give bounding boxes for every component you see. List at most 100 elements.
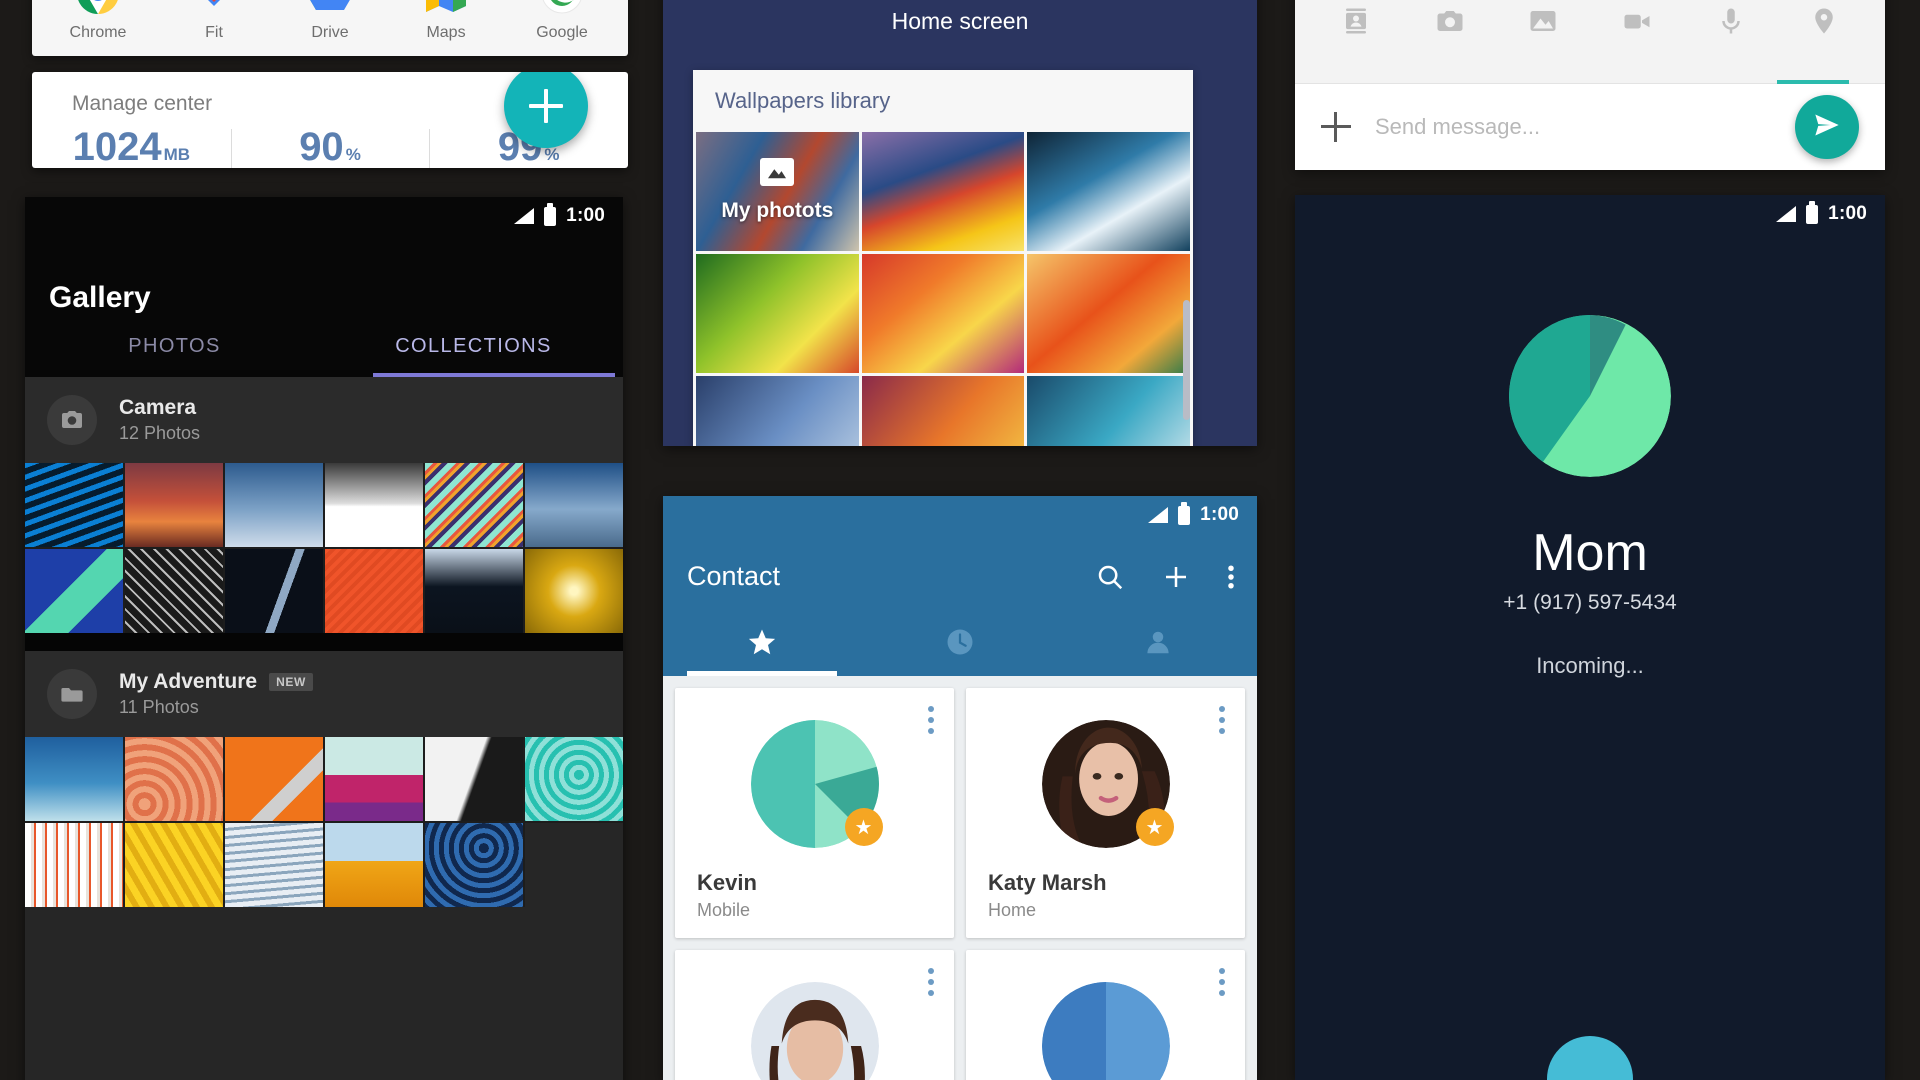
status-badge: NEW — [269, 673, 313, 691]
contact-card-partial[interactable] — [966, 950, 1245, 1080]
section-title-row: Camera — [119, 396, 200, 420]
google-icon — [539, 0, 585, 16]
overflow-icon[interactable] — [928, 706, 934, 739]
pie-avatar-blue — [1041, 982, 1170, 1080]
thumbnail[interactable] — [325, 463, 423, 547]
message-input[interactable]: Send message... — [1375, 114, 1795, 140]
avatar: ★ — [1041, 720, 1174, 848]
send-button[interactable] — [1795, 95, 1859, 159]
gallery-card: 1:00 Gallery PHOTOS COLLECTIONS Camera 1… — [25, 197, 623, 1080]
tab-photos[interactable]: PHOTOS — [25, 315, 324, 377]
thumbnail[interactable] — [25, 463, 123, 547]
overflow-icon[interactable] — [1219, 706, 1225, 739]
wallpaper-cell[interactable] — [696, 254, 859, 373]
thumbnail[interactable] — [425, 823, 523, 907]
wallpaper-cell[interactable] — [696, 376, 859, 446]
app-shortcut-drive[interactable]: Drive — [272, 0, 388, 42]
caller-number: +1 (917) 597-5434 — [1503, 591, 1677, 614]
thumbnail[interactable] — [425, 549, 523, 633]
stat-cpu: 90% — [230, 127, 430, 168]
thumbnail[interactable] — [25, 823, 123, 907]
thumbnail[interactable] — [225, 463, 323, 547]
wallpaper-cell[interactable] — [1027, 254, 1190, 373]
contact-card-icon[interactable] — [1309, 6, 1403, 36]
gallery-section-my-adventure: My Adventure NEW 11 Photos — [25, 651, 623, 907]
star-icon — [747, 627, 777, 662]
tab-all-contacts[interactable] — [1059, 612, 1257, 676]
thumbnail[interactable] — [525, 463, 623, 547]
gallery-section-header[interactable]: Camera 12 Photos — [25, 377, 623, 463]
tab-label: COLLECTIONS — [395, 334, 552, 357]
stat-value: 1024 — [72, 125, 162, 168]
wallpaper-cell[interactable] — [861, 376, 1025, 446]
app-shortcut-maps[interactable]: Maps — [388, 0, 504, 42]
add-icon[interactable] — [1321, 112, 1351, 142]
chrome-icon — [75, 0, 121, 16]
page-title: Gallery — [49, 281, 151, 314]
thumbnail[interactable] — [425, 737, 523, 821]
manage-center-title: Manage center — [72, 92, 213, 115]
thumbnail[interactable] — [225, 737, 323, 821]
contact-card-kevin[interactable]: ★ Kevin Mobile — [675, 688, 954, 938]
app-shortcut-google[interactable]: Google — [504, 0, 620, 42]
gallery-section-header[interactable]: My Adventure NEW 11 Photos — [25, 651, 623, 737]
microphone-icon[interactable] — [1684, 6, 1778, 36]
camera-icon[interactable] — [1403, 6, 1497, 36]
middle-column: Home screen Wallpapers library My photot… — [663, 0, 1257, 1080]
thumbnail[interactable] — [125, 463, 223, 547]
image-icon[interactable] — [1496, 6, 1590, 36]
thumbnail[interactable] — [125, 823, 223, 907]
thumbnail[interactable] — [325, 549, 423, 633]
wallpaper-cell[interactable] — [1027, 132, 1190, 251]
wallpaper-cell[interactable] — [861, 132, 1025, 251]
thumbnail[interactable] — [525, 737, 623, 821]
camera-icon — [47, 395, 97, 445]
thumbnail[interactable] — [325, 823, 423, 907]
avatar — [750, 982, 879, 1080]
stat-unit: MB — [163, 145, 191, 164]
thumbnail[interactable] — [125, 737, 223, 821]
add-icon[interactable] — [1161, 562, 1191, 597]
call-status-text: Incoming... — [1536, 653, 1644, 678]
app-shortcut-chrome[interactable]: Chrome — [40, 0, 156, 42]
app-shortcut-fit[interactable]: Fit — [156, 0, 272, 42]
answer-call-button[interactable] — [1547, 1036, 1633, 1080]
battery-icon — [544, 202, 557, 226]
caller-name: Mom — [1532, 524, 1648, 582]
tab-collections[interactable]: COLLECTIONS — [324, 315, 623, 377]
video-camera-icon[interactable] — [1590, 6, 1684, 36]
wallpapers-scrollbar[interactable] — [1183, 300, 1190, 420]
manage-center-card: Manage center 1024 MB 90% 99% — [32, 72, 628, 168]
home-screen-title: Home screen — [891, 8, 1029, 34]
location-pin-icon[interactable] — [1777, 6, 1871, 36]
thumbnail[interactable] — [325, 737, 423, 821]
contact-status-bar: 1:00 — [1148, 501, 1239, 526]
thumbnail[interactable] — [525, 549, 623, 633]
overflow-icon[interactable] — [1219, 968, 1225, 1001]
clock-icon — [945, 627, 975, 662]
thumbnail[interactable] — [25, 549, 123, 633]
tab-recents[interactable] — [861, 612, 1059, 676]
wallpaper-cell-my-photots[interactable]: My photots — [696, 132, 859, 251]
contact-card-katy-marsh[interactable]: ★ Katy Marsh Home — [966, 688, 1245, 938]
caller-avatar — [1509, 315, 1671, 477]
overflow-icon[interactable] — [1227, 562, 1235, 597]
signal-icon — [1776, 206, 1797, 222]
thumbnail[interactable] — [225, 549, 323, 633]
drive-icon — [307, 0, 353, 16]
call-status-bar: 1:00 — [1776, 200, 1867, 225]
section-title: Camera — [119, 396, 197, 419]
signal-icon — [514, 208, 535, 224]
search-icon[interactable] — [1095, 562, 1125, 597]
tab-favorites[interactable] — [663, 612, 861, 676]
wallpaper-cell[interactable] — [861, 254, 1025, 373]
thumbnail[interactable] — [125, 549, 223, 633]
thumbnail[interactable] — [25, 737, 123, 821]
contact-card-partial[interactable] — [675, 950, 954, 1080]
photo-avatar-woman-2 — [750, 982, 879, 1080]
overflow-icon[interactable] — [928, 968, 934, 1001]
thumbnail[interactable] — [225, 823, 323, 907]
app-shortcut-label: Google — [536, 24, 588, 41]
thumbnail[interactable] — [425, 463, 523, 547]
wallpaper-cell[interactable] — [1027, 376, 1190, 446]
